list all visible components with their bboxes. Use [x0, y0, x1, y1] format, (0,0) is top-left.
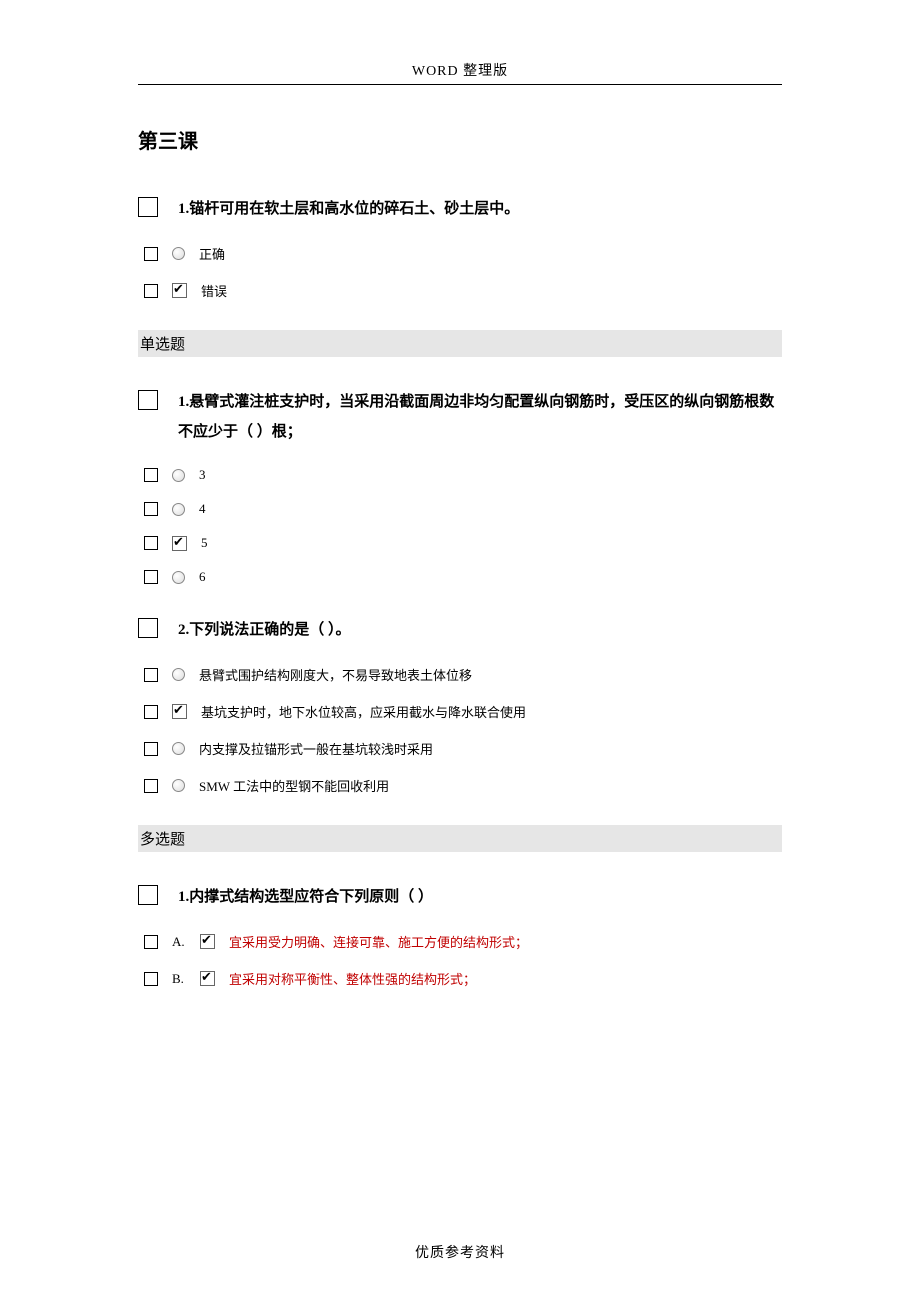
question-checkbox[interactable] — [138, 390, 158, 410]
section-single-choice: 单选题 — [138, 330, 782, 357]
option-d: SMW 工法中的型钢不能回收利用 — [199, 776, 389, 795]
page-footer: 优质参考资料 — [0, 1242, 920, 1262]
question-text: 1.悬臂式灌注桩支护时，当采用沿截面周边非均匀配置纵向钢筋时，受压区的纵向钢筋根… — [178, 387, 782, 447]
radio-icon[interactable] — [172, 742, 185, 755]
option-checkbox[interactable] — [144, 705, 158, 719]
radio-icon[interactable] — [172, 571, 185, 584]
question-checkbox[interactable] — [138, 885, 158, 905]
page-header: WORD 整理版 — [138, 60, 782, 80]
option-checkbox[interactable] — [144, 972, 158, 986]
question-text: 1.内撑式结构选型应符合下列原则（ ） — [178, 882, 782, 912]
sc-question-2: 2.下列说法正确的是（ ）。 悬臂式围护结构刚度大，不易导致地表土体位移 基坑支… — [138, 615, 782, 795]
question-text: 1.锚杆可用在软土层和高水位的碎石土、砂土层中。 — [178, 194, 782, 224]
radio-icon[interactable] — [172, 503, 185, 516]
checkbox-checked-icon[interactable] — [200, 971, 215, 986]
question-text: 2.下列说法正确的是（ ）。 — [178, 615, 782, 645]
checkbox-checked-icon[interactable] — [200, 934, 215, 949]
checkbox-checked-icon[interactable] — [172, 704, 187, 719]
option-checkbox[interactable] — [144, 668, 158, 682]
option-c: 内支撑及拉锚形式一般在基坑较浅时采用 — [199, 739, 433, 758]
sc-question-1: 1.悬臂式灌注桩支护时，当采用沿截面周边非均匀配置纵向钢筋时，受压区的纵向钢筋根… — [138, 387, 782, 585]
option-false-label: 错误 — [201, 281, 227, 300]
option-checkbox[interactable] — [144, 502, 158, 516]
question-checkbox[interactable] — [138, 197, 158, 217]
option-checkbox[interactable] — [144, 742, 158, 756]
checkbox-checked-icon[interactable] — [172, 283, 187, 298]
option-checkbox[interactable] — [144, 536, 158, 550]
mc-question-1: 1.内撑式结构选型应符合下列原则（ ） A. 宜采用受力明确、连接可靠、施工方便… — [138, 882, 782, 988]
checkbox-checked-icon[interactable] — [172, 536, 187, 551]
option-checkbox[interactable] — [144, 779, 158, 793]
radio-icon[interactable] — [172, 247, 185, 260]
tf-question-1: 1.锚杆可用在软土层和高水位的碎石土、砂土层中。 正确 错误 — [138, 194, 782, 300]
option-checkbox[interactable] — [144, 570, 158, 584]
option-checkbox[interactable] — [144, 935, 158, 949]
option-checkbox[interactable] — [144, 247, 158, 261]
option-true-label: 正确 — [199, 244, 225, 263]
option-b: 基坑支护时，地下水位较高，应采用截水与降水联合使用 — [201, 702, 526, 721]
option-checkbox[interactable] — [144, 468, 158, 482]
option-a: 3 — [199, 467, 206, 483]
option-letter-a: A. — [172, 934, 186, 950]
option-b: 宜采用对称平衡性、整体性强的结构形式； — [229, 969, 476, 988]
radio-icon[interactable] — [172, 469, 185, 482]
option-c: 5 — [201, 535, 208, 551]
option-d: 6 — [199, 569, 206, 585]
section-multi-choice: 多选题 — [138, 825, 782, 852]
radio-icon[interactable] — [172, 779, 185, 792]
radio-icon[interactable] — [172, 668, 185, 681]
option-b: 4 — [199, 501, 206, 517]
question-checkbox[interactable] — [138, 618, 158, 638]
option-a: 宜采用受力明确、连接可靠、施工方便的结构形式； — [229, 932, 528, 951]
lesson-title: 第三课 — [138, 125, 782, 154]
option-checkbox[interactable] — [144, 284, 158, 298]
option-a: 悬臂式围护结构刚度大，不易导致地表土体位移 — [199, 665, 472, 684]
option-letter-b: B. — [172, 971, 186, 987]
header-rule — [138, 84, 782, 85]
